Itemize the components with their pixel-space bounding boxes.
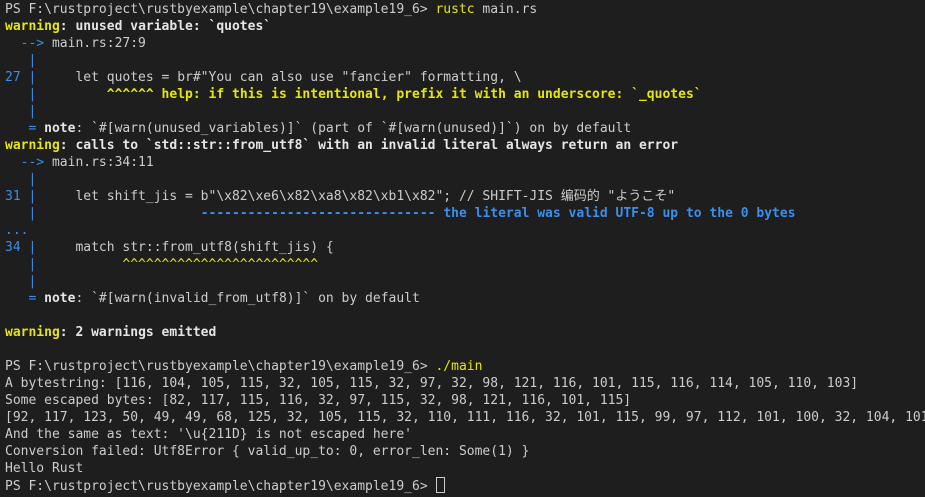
terminal-text: Some escaped bytes: [82, 117, 115, 116, … [5, 393, 632, 408]
terminal-text: note [44, 121, 76, 136]
terminal-text: | [5, 172, 37, 187]
terminal-text: : 2 warnings emitted [59, 325, 217, 340]
terminal-line: warning: 2 warnings emitted [5, 324, 925, 341]
terminal-line: And the same as text: '\u{211D} is not e… [5, 426, 925, 443]
terminal-line: Hello Rust [5, 460, 925, 477]
terminal-text: A bytestring: [116, 104, 105, 115, 32, 1… [5, 376, 859, 391]
terminal-line: --> main.rs:27:9 [5, 35, 925, 52]
terminal-text: ^^^^^^ help: if this is intentional, pre… [106, 87, 702, 102]
terminal-text: PS F:\rustproject\rustbyexample\chapter1… [5, 2, 436, 17]
terminal-line: | [5, 52, 925, 69]
terminal-output[interactable]: PS F:\rustproject\rustbyexample\chapter1… [0, 0, 925, 497]
terminal-text: warning [5, 138, 60, 153]
terminal-text: : `#[warn(invalid_from_utf8)]` on by def… [75, 291, 420, 306]
terminal-text: main.rs:27:9 [51, 36, 146, 51]
terminal-text: = [5, 291, 45, 306]
terminal-text: main.rs [474, 2, 538, 17]
terminal-line: | [5, 171, 925, 188]
terminal-text: | [5, 206, 37, 221]
terminal-text: warning [5, 19, 60, 34]
terminal-line: 31 | let shift_jis = b"\x82\xe6\x82\xa8\… [5, 188, 925, 205]
terminal-text: note [44, 291, 76, 306]
terminal-text: | [5, 257, 37, 272]
terminal-line: = note: `#[warn(unused_variables)]` (par… [5, 120, 925, 137]
terminal-text: | [5, 87, 37, 102]
terminal-text: Hello Rust [5, 461, 84, 476]
terminal-line: | ------------------------------ the lit… [5, 205, 925, 222]
terminal-text: 27 | [5, 70, 37, 85]
terminal-line: PS F:\rustproject\rustbyexample\chapter1… [5, 358, 925, 375]
terminal-text: --> [5, 36, 52, 51]
terminal-text: Conversion failed: Utf8Error { valid_up_… [5, 444, 530, 459]
terminal-line: warning: unused variable: `quotes` [5, 18, 925, 35]
terminal-line: = note: `#[warn(invalid_from_utf8)]` on … [5, 290, 925, 307]
terminal-text: ... [5, 223, 29, 238]
terminal-text: ^^^^^^^^^^^^^^^^^^^^^^^^^ [122, 257, 319, 272]
terminal-text: match str::from_utf8(shift_jis) { [36, 240, 334, 255]
terminal-text: : unused variable: `quotes` [59, 19, 272, 34]
terminal-line: warning: calls to `std::str::from_utf8` … [5, 137, 925, 154]
terminal-line: | [5, 103, 925, 120]
terminal-text: | [5, 53, 37, 68]
terminal-line: PS F:\rustproject\rustbyexample\chapter1… [5, 1, 925, 18]
terminal-text: And the same as text: '\u{211D} is not e… [5, 427, 412, 442]
terminal-line: Conversion failed: Utf8Error { valid_up_… [5, 443, 925, 460]
terminal-text: warning [5, 325, 60, 340]
terminal-text: | [5, 104, 37, 119]
terminal-text: PS F:\rustproject\rustbyexample\chapter1… [5, 359, 436, 374]
terminal-text: : `#[warn(unused_variables)]` (part of `… [75, 121, 632, 136]
terminal-text: [92, 117, 123, 50, 49, 49, 68, 125, 32, … [5, 410, 925, 425]
terminal-text: : calls to `std::str::from_utf8` with an… [59, 138, 679, 153]
terminal-text: PS F:\rustproject\rustbyexample\chapter1… [5, 479, 436, 494]
terminal-line: --> main.rs:34:11 [5, 154, 925, 171]
terminal-line: ... [5, 222, 925, 239]
terminal-text: = [5, 121, 45, 136]
terminal-text: 31 | [5, 189, 37, 204]
terminal-text: --> [5, 155, 52, 170]
terminal-text: ./main [435, 359, 483, 374]
terminal-line: | ^^^^^^ help: if this is intentional, p… [5, 86, 925, 103]
terminal-line: 34 | match str::from_utf8(shift_jis) { [5, 239, 925, 256]
terminal-line: 27 | let quotes = br#"You can also use "… [5, 69, 925, 86]
terminal-line: A bytestring: [116, 104, 105, 115, 32, 1… [5, 375, 925, 392]
terminal-line: | [5, 273, 925, 290]
terminal-line: PS F:\rustproject\rustbyexample\chapter1… [5, 477, 925, 494]
terminal-text: 34 | [5, 240, 37, 255]
terminal-text: let quotes = br#"You can also use "fanci… [36, 70, 522, 85]
terminal-line: [92, 117, 123, 50, 49, 49, 68, 125, 32, … [5, 409, 925, 426]
text-cursor [436, 477, 446, 493]
terminal-text: | [5, 274, 37, 289]
terminal-text: main.rs:34:11 [51, 155, 154, 170]
terminal-text: ------------------------------ the liter… [200, 206, 796, 221]
terminal-text: rustc [435, 2, 475, 17]
terminal-line: Some escaped bytes: [82, 117, 115, 116, … [5, 392, 925, 409]
terminal-line: | ^^^^^^^^^^^^^^^^^^^^^^^^^ [5, 256, 925, 273]
terminal-text: let shift_jis = b"\x82\xe6\x82\xa8\x82\x… [36, 189, 676, 204]
